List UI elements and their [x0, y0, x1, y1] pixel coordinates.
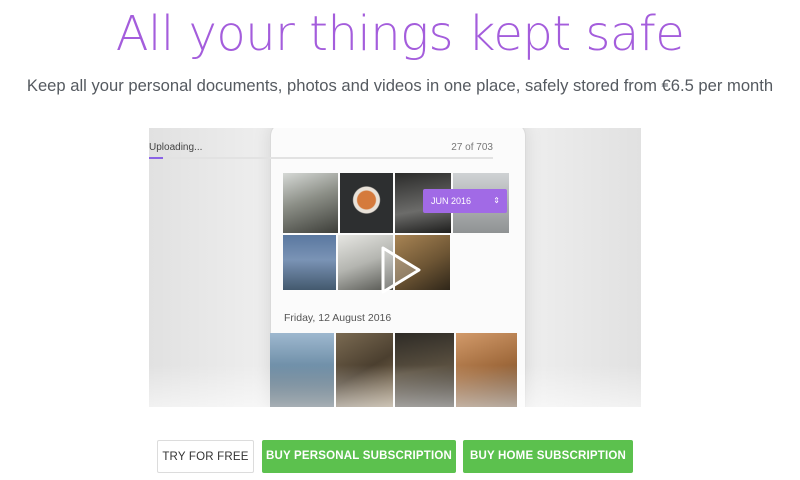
- upload-progress-row: Uploading... 27 of 703: [149, 140, 493, 168]
- try-for-free-button[interactable]: TRY FOR FREE: [157, 440, 254, 473]
- buy-personal-subscription-button[interactable]: BUY PERSONAL SUBSCRIPTION: [262, 440, 456, 473]
- hero-subtitle: Keep all your personal documents, photos…: [26, 76, 774, 95]
- up-down-arrows-icon: ⇕: [493, 196, 500, 205]
- upload-progress-fill: [149, 157, 163, 159]
- photo-thumbnail: [340, 173, 393, 233]
- upload-status-label: Uploading...: [149, 142, 203, 153]
- upload-progress-bar: [149, 157, 493, 159]
- hero-title: All your things kept safe: [115, 6, 685, 62]
- photo-thumbnail: [283, 235, 336, 290]
- photo-section-date: Friday, 12 August 2016: [284, 312, 392, 324]
- upload-count: 27 of 703: [451, 142, 493, 153]
- date-scroll-chip[interactable]: JUN 2016 ⇕: [423, 189, 507, 213]
- play-icon[interactable]: [379, 246, 423, 294]
- photo-thumbnail: [283, 173, 338, 233]
- buy-home-subscription-button[interactable]: BUY HOME SUBSCRIPTION: [463, 440, 633, 473]
- date-chip-label: JUN 2016: [431, 196, 472, 206]
